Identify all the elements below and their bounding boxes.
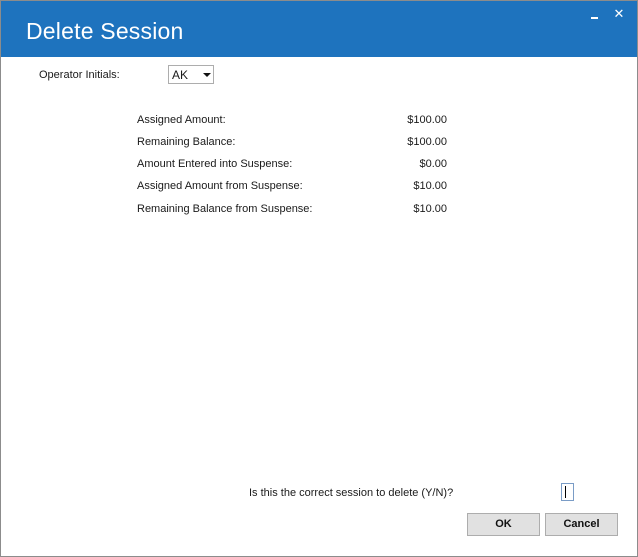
close-icon: ✕ xyxy=(613,7,625,22)
minimize-icon xyxy=(591,17,598,19)
summary-label: Amount Entered into Suspense: xyxy=(137,158,293,170)
confirm-prompt: Is this the correct session to delete (Y… xyxy=(249,487,454,499)
summary-value: $10.00 xyxy=(413,180,447,192)
delete-session-dialog: Delete Session ✕ Operator Initials: AK A… xyxy=(0,0,638,557)
close-button[interactable]: ✕ xyxy=(611,7,627,23)
minimize-button[interactable] xyxy=(587,7,603,23)
summary-label: Remaining Balance from Suspense: xyxy=(137,203,313,215)
summary-value: $10.00 xyxy=(413,203,447,215)
ok-button[interactable]: OK xyxy=(467,513,540,536)
summary-label: Assigned Amount: xyxy=(137,114,226,126)
cancel-button[interactable]: Cancel xyxy=(545,513,618,536)
summary-value: $100.00 xyxy=(407,114,447,126)
summary-row-assigned-amount: Assigned Amount: $100.00 xyxy=(137,114,447,128)
dialog-title: Delete Session xyxy=(26,18,184,44)
summary-row-assigned-from-suspense: Assigned Amount from Suspense: $10.00 xyxy=(137,180,447,194)
summary-label: Assigned Amount from Suspense: xyxy=(137,180,303,192)
operator-initials-label: Operator Initials: xyxy=(39,69,120,81)
text-caret xyxy=(565,486,566,498)
operator-initials-value: AK xyxy=(172,68,189,82)
summary-label: Remaining Balance: xyxy=(137,136,236,148)
summary-row-remaining-from-suspense: Remaining Balance from Suspense: $10.00 xyxy=(137,203,447,217)
summary-row-remaining-balance: Remaining Balance: $100.00 xyxy=(137,136,447,150)
summary-value: $0.00 xyxy=(419,158,447,170)
title-bar: Delete Session ✕ xyxy=(1,1,637,57)
operator-initials-dropdown[interactable]: AK xyxy=(168,65,214,84)
confirm-yn-input[interactable] xyxy=(561,483,574,501)
chevron-down-icon xyxy=(203,73,211,77)
summary-value: $100.00 xyxy=(407,136,447,148)
summary-row-amount-into-suspense: Amount Entered into Suspense: $0.00 xyxy=(137,158,447,172)
